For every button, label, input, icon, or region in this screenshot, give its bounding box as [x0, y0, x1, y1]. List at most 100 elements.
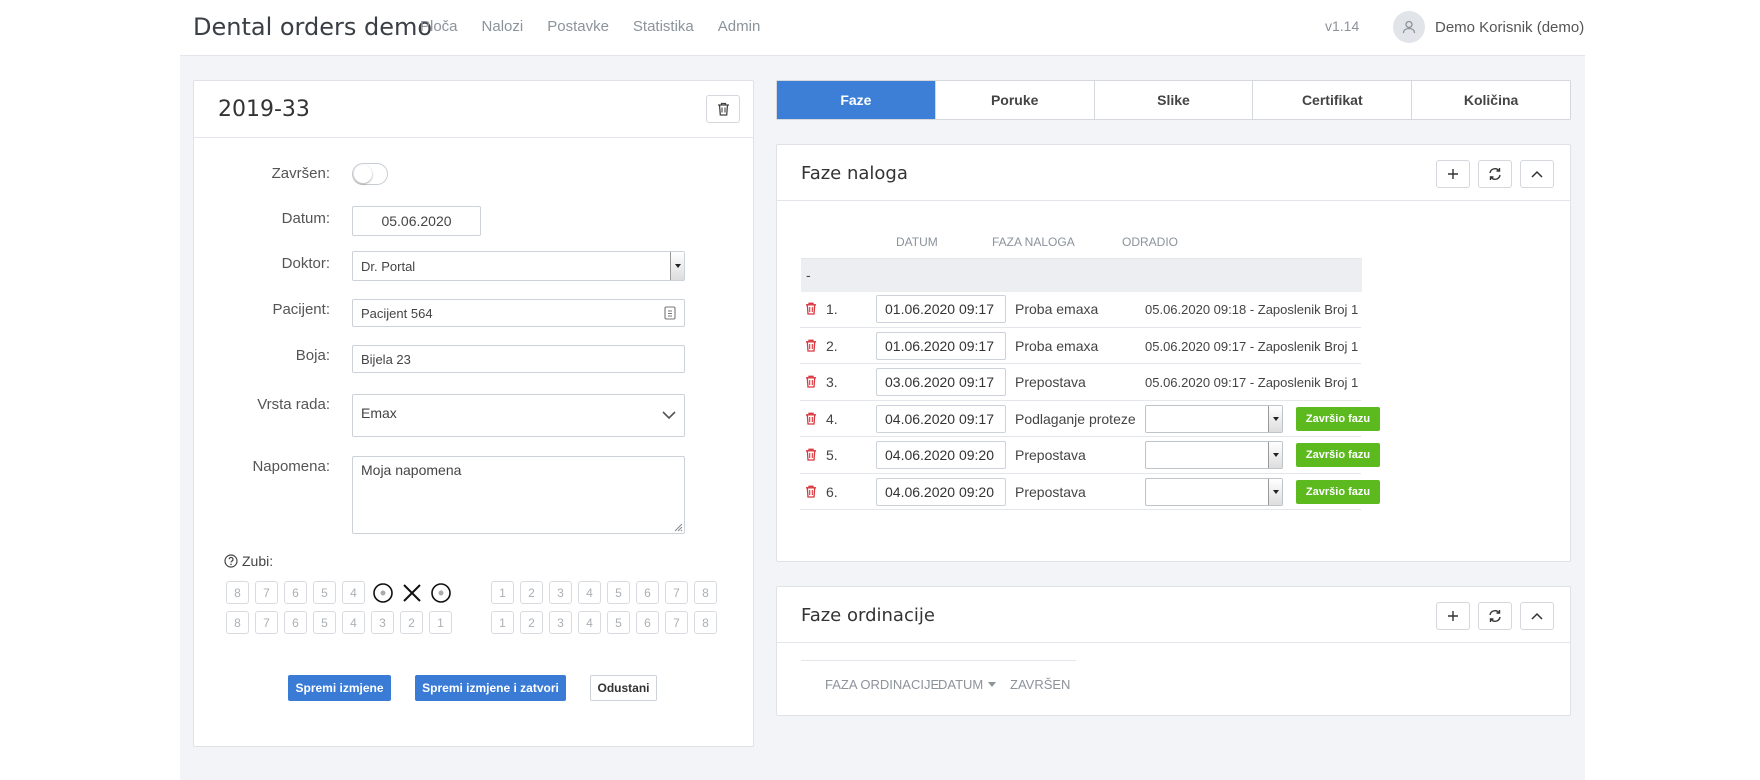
chevron-down-icon[interactable]: [1268, 478, 1282, 505]
tooth[interactable]: 5: [313, 611, 336, 634]
tooth[interactable]: 5: [313, 581, 336, 604]
nav-item-ploca[interactable]: Ploča: [420, 18, 458, 35]
phase-done-by: 05.06.2020 09:17 - Zaposlenik Broj 1: [1145, 375, 1359, 390]
delete-phase-icon[interactable]: [805, 485, 817, 498]
tooth[interactable]: 2: [400, 611, 423, 634]
tooth[interactable]: 1: [491, 581, 514, 604]
delete-phase-icon[interactable]: [805, 375, 817, 388]
tooth[interactable]: 6: [284, 581, 307, 604]
pacijent-input[interactable]: Pacijent 564: [352, 299, 685, 327]
datum-input[interactable]: 05.06.2020: [352, 206, 481, 236]
delete-phase-icon[interactable]: [805, 339, 817, 352]
contact-card-icon[interactable]: [664, 306, 676, 320]
phase-date-input[interactable]: 01.06.2020 09:17: [876, 295, 1006, 323]
add-phase-button[interactable]: [1436, 160, 1470, 188]
pacijent-label: Pacijent:: [272, 301, 330, 318]
tooth[interactable]: 4: [578, 611, 601, 634]
tab-kolicina[interactable]: Količina: [1412, 81, 1570, 119]
phase-date-input[interactable]: 04.06.2020 09:20: [876, 441, 1006, 469]
tooth[interactable]: 3: [549, 611, 572, 634]
vrsta-rada-select[interactable]: Emax: [352, 394, 685, 437]
tooth[interactable]: 1: [491, 611, 514, 634]
tooth[interactable]: 3: [549, 581, 572, 604]
tooth[interactable]: 7: [665, 581, 688, 604]
collapse-phases-button[interactable]: [1520, 160, 1554, 188]
nav-item-postavke[interactable]: Postavke: [547, 18, 609, 35]
complete-phase-button[interactable]: Završio fazu: [1296, 479, 1380, 504]
phase-number: 4.: [826, 410, 838, 427]
column-header-zavrsen[interactable]: ZAVRŠEN: [1010, 677, 1070, 692]
tooth[interactable]: 8: [226, 581, 249, 604]
cancel-button[interactable]: Odustani: [590, 675, 657, 701]
boja-input[interactable]: Bijela 23: [352, 345, 685, 373]
help-circle-icon[interactable]: [224, 554, 238, 568]
delete-phase-icon[interactable]: [805, 412, 817, 425]
save-close-button[interactable]: Spremi izmjene i zatvori: [415, 675, 566, 701]
chevron-down-icon[interactable]: [1268, 405, 1282, 432]
tooth[interactable]: 6: [636, 611, 659, 634]
tooth[interactable]: 3: [371, 611, 394, 634]
refresh-icon: [1489, 168, 1501, 180]
tooth[interactable]: 4: [342, 581, 365, 604]
tooth-missing-marker[interactable]: [400, 581, 423, 604]
faze-ordinacije-card: Faze ordinacije FAZA ORDINACIJE DATUM ZA…: [776, 586, 1571, 716]
collapse-ordination-phases-button[interactable]: [1520, 602, 1554, 630]
chevron-down-icon[interactable]: [670, 252, 684, 280]
delete-order-button[interactable]: [706, 95, 740, 123]
tab-poruke[interactable]: Poruke: [936, 81, 1095, 119]
delete-phase-icon[interactable]: [805, 302, 817, 315]
user-menu[interactable]: Demo Korisnik (demo): [1393, 11, 1584, 43]
column-header-datum[interactable]: DATUM: [896, 235, 938, 249]
app-brand[interactable]: Dental orders demo: [193, 13, 432, 41]
save-button[interactable]: Spremi izmjene: [288, 675, 391, 701]
complete-phase-button[interactable]: Završio fazu: [1296, 443, 1380, 467]
nav-item-nalozi[interactable]: Nalozi: [482, 18, 524, 35]
delete-phase-icon[interactable]: [805, 448, 817, 461]
tooth[interactable]: 6: [636, 581, 659, 604]
tooth-crown-marker[interactable]: [429, 581, 452, 604]
phase-date-input[interactable]: 04.06.2020 09:20: [876, 477, 1006, 506]
zavrsen-toggle[interactable]: [352, 163, 388, 185]
tab-faze[interactable]: Faze: [777, 81, 936, 119]
nav-item-admin[interactable]: Admin: [718, 18, 761, 35]
column-header-faza-ordinacije[interactable]: FAZA ORDINACIJE: [825, 677, 939, 692]
column-header-odradio[interactable]: ODRADIO: [1122, 235, 1178, 249]
refresh-phases-button[interactable]: [1478, 160, 1512, 188]
doktor-select[interactable]: Dr. Portal: [352, 251, 685, 281]
order-panel: 2019-33 Završen: Datum: 05.06.2020 Dokto…: [193, 80, 754, 747]
chevron-down-icon[interactable]: [1268, 442, 1282, 468]
phase-date-input[interactable]: 03.06.2020 09:17: [876, 368, 1006, 396]
phase-date-input[interactable]: 01.06.2020 09:17: [876, 331, 1006, 360]
employee-select[interactable]: [1145, 477, 1283, 506]
tooth[interactable]: 7: [255, 581, 278, 604]
employee-select[interactable]: [1145, 404, 1283, 433]
phase-row: 5. 04.06.2020 09:20 Prepostava Završio fazu: [800, 437, 1380, 474]
napomena-textarea[interactable]: Moja napomena: [352, 456, 685, 534]
tooth[interactable]: 7: [665, 611, 688, 634]
resize-handle-icon[interactable]: [673, 522, 683, 532]
tooth[interactable]: 8: [694, 611, 717, 634]
column-header-datum-sortable[interactable]: DATUM: [938, 677, 997, 692]
tab-slike[interactable]: Slike: [1095, 81, 1254, 119]
tooth[interactable]: 2: [520, 611, 543, 634]
tooth[interactable]: 1: [429, 611, 452, 634]
column-header-faza[interactable]: FAZA NALOGA: [992, 235, 1075, 249]
tooth[interactable]: 4: [578, 581, 601, 604]
tooth[interactable]: 2: [520, 581, 543, 604]
tooth-crown-marker[interactable]: [371, 581, 394, 604]
phase-date-input[interactable]: 04.06.2020 09:17: [876, 404, 1006, 433]
tooth[interactable]: 5: [607, 581, 630, 604]
employee-select[interactable]: [1145, 441, 1283, 469]
order-header: 2019-33: [194, 81, 753, 138]
tab-certifikat[interactable]: Certifikat: [1253, 81, 1413, 119]
complete-phase-button[interactable]: Završio fazu: [1296, 406, 1380, 431]
tooth[interactable]: 4: [342, 611, 365, 634]
tooth[interactable]: 8: [226, 611, 249, 634]
tooth[interactable]: 7: [255, 611, 278, 634]
nav-item-statistika[interactable]: Statistika: [633, 18, 694, 35]
tooth[interactable]: 5: [607, 611, 630, 634]
tooth[interactable]: 8: [694, 581, 717, 604]
refresh-ordination-phases-button[interactable]: [1478, 602, 1512, 630]
tooth[interactable]: 6: [284, 611, 307, 634]
add-ordination-phase-button[interactable]: [1436, 602, 1470, 630]
